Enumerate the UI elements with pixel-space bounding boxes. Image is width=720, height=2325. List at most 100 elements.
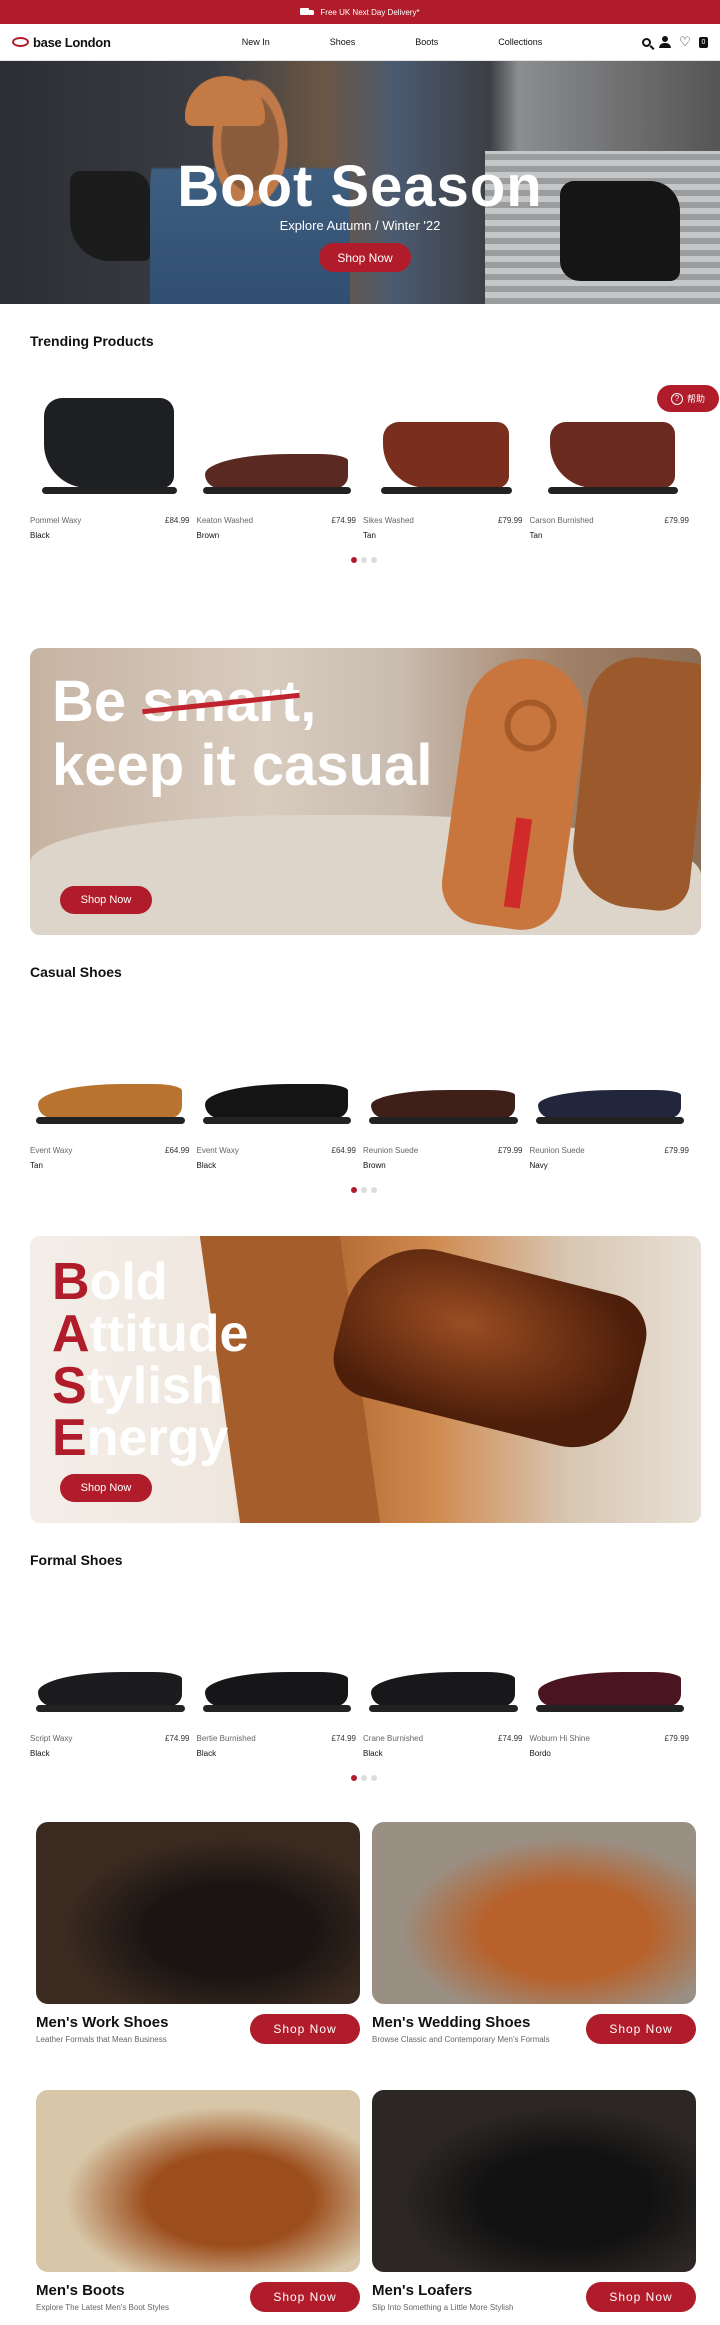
product-name[interactable]: Event Waxy <box>30 1146 72 1155</box>
carousel-dot[interactable] <box>361 1187 367 1193</box>
category-shop-now-button[interactable]: Shop Now <box>250 2014 360 2044</box>
category-description: Explore The Latest Men's Boot Styles <box>36 2303 170 2312</box>
product-color: Brown <box>363 1161 386 1170</box>
category-name[interactable]: Men's Boots <box>36 2282 169 2299</box>
category-tile[interactable]: Men's Loafers Slip Into Something a Littl… <box>372 2090 696 2312</box>
category-image[interactable] <box>372 1822 696 2004</box>
nav-boots[interactable]: Boots <box>415 37 438 47</box>
headline-rest: ttitude <box>89 1305 249 1363</box>
product-name[interactable]: Bertie Burnished <box>197 1734 256 1743</box>
category-shop-now-button[interactable]: Shop Now <box>250 2282 360 2312</box>
product-card[interactable]: Script Waxy £74.99 Black <box>30 1603 197 1758</box>
product-info: Pommel Waxy £84.99 <box>30 516 190 525</box>
hero-shop-now-button[interactable]: Shop Now <box>319 243 411 272</box>
nav-shoes[interactable]: Shoes <box>330 37 356 47</box>
product-name[interactable]: Reunion Suede <box>363 1146 418 1155</box>
formal-carousel-dots[interactable] <box>351 1775 377 1781</box>
carousel-dot[interactable] <box>351 1187 357 1193</box>
carousel-dot[interactable] <box>351 557 357 563</box>
product-card[interactable]: Sikes Washed £79.99 Tan <box>363 385 530 540</box>
product-name[interactable]: Carson Burnished <box>530 516 594 525</box>
product-image[interactable] <box>197 1603 357 1728</box>
product-image[interactable] <box>197 1015 357 1140</box>
category-tile[interactable]: Men's Wedding Shoes Browse Classic and Co… <box>372 1822 696 2044</box>
product-image[interactable] <box>30 1015 190 1140</box>
carousel-dot[interactable] <box>371 1187 377 1193</box>
search-icon[interactable] <box>642 37 651 47</box>
category-image[interactable] <box>36 1822 360 2004</box>
casual-carousel-dots[interactable] <box>351 1187 377 1193</box>
base-promo-banner[interactable]: Bold Attitude Stylish Energy Shop Now <box>30 1236 701 1523</box>
product-name[interactable]: Script Waxy <box>30 1734 72 1743</box>
formal-carousel: Script Waxy £74.99 Black Bertie Burnished £7… <box>30 1603 696 1758</box>
product-image[interactable] <box>197 385 357 510</box>
product-card[interactable]: Crane Burnished £74.99 Black <box>363 1603 530 1758</box>
truck-icon <box>300 7 315 17</box>
category-tile[interactable]: Men's Work Shoes Leather Formals that Mea… <box>36 1822 360 2044</box>
category-tile[interactable]: Men's Boots Explore The Latest Men's Boot… <box>36 2090 360 2312</box>
headline-part: , <box>300 669 317 734</box>
product-card[interactable]: Bertie Burnished £74.99 Black <box>197 1603 364 1758</box>
category-image[interactable] <box>36 2090 360 2272</box>
category-name[interactable]: Men's Work Shoes <box>36 2014 169 2031</box>
product-image[interactable] <box>530 1603 690 1728</box>
product-image[interactable] <box>30 385 190 510</box>
headline-line: Energy <box>52 1412 248 1464</box>
product-price: £64.99 <box>331 1146 356 1155</box>
carousel-dot[interactable] <box>351 1775 357 1781</box>
product-card[interactable]: Keaton Washed £74.99 Brown <box>197 385 364 540</box>
product-image[interactable] <box>363 1015 523 1140</box>
product-price: £84.99 <box>165 516 190 525</box>
carousel-dot[interactable] <box>371 1775 377 1781</box>
delivery-banner[interactable]: Free UK Next Day Delivery* <box>0 0 720 24</box>
product-name[interactable]: Sikes Washed <box>363 516 414 525</box>
product-color: Bordo <box>529 1749 551 1758</box>
product-image[interactable] <box>530 385 690 510</box>
product-name[interactable]: Reunion Suede <box>530 1146 585 1155</box>
category-name[interactable]: Men's Loafers <box>372 2282 513 2299</box>
product-card[interactable]: Carson Burnished £79.99 Tan <box>530 385 697 540</box>
product-color: Black <box>196 1749 217 1758</box>
product-name[interactable]: Event Waxy <box>197 1146 239 1155</box>
casual-shop-now-button[interactable]: Shop Now <box>60 886 152 914</box>
product-image[interactable] <box>363 1603 523 1728</box>
nav-collections[interactable]: Collections <box>498 37 542 47</box>
account-icon[interactable] <box>659 36 671 48</box>
product-color: Black <box>30 531 50 540</box>
carousel-dot[interactable] <box>371 557 377 563</box>
bag-icon[interactable]: 0 <box>699 36 708 48</box>
product-name[interactable]: Pommel Waxy <box>30 516 81 525</box>
product-image[interactable] <box>530 1015 690 1140</box>
product-card[interactable]: Pommel Waxy £84.99 Black <box>30 385 197 540</box>
product-price: £79.99 <box>664 516 689 525</box>
hero-banner[interactable]: Boot Season Explore Autumn / Winter '22 … <box>0 61 720 304</box>
product-card[interactable]: Event Waxy £64.99 Tan <box>30 1015 197 1170</box>
product-name[interactable]: Woburn Hi Shine <box>530 1734 590 1743</box>
product-card[interactable]: Reunion Suede £79.99 Brown <box>363 1015 530 1170</box>
base-shop-now-button[interactable]: Shop Now <box>60 1474 152 1502</box>
category-shop-now-button[interactable]: Shop Now <box>586 2282 696 2312</box>
shoe-image <box>369 1090 518 1124</box>
category-shop-now-button[interactable]: Shop Now <box>586 2014 696 2044</box>
product-card[interactable]: Woburn Hi Shine £79.99 Bordo <box>530 1603 697 1758</box>
category-name[interactable]: Men's Wedding Shoes <box>372 2014 550 2031</box>
product-name[interactable]: Crane Burnished <box>363 1734 423 1743</box>
category-description: Slip Into Something a Little More Stylis… <box>372 2303 514 2312</box>
product-image[interactable] <box>30 1603 190 1728</box>
carousel-dot[interactable] <box>361 557 367 563</box>
carousel-dot[interactable] <box>361 1775 367 1781</box>
category-image[interactable] <box>372 2090 696 2272</box>
product-image[interactable] <box>363 385 523 510</box>
product-card[interactable]: Reunion Suede £79.99 Navy <box>530 1015 697 1170</box>
wishlist-icon[interactable]: ♡ <box>679 35 691 48</box>
category-footer: Men's Loafers Slip Into Something a Littl… <box>372 2282 696 2312</box>
shoe-image <box>36 1672 185 1712</box>
product-card[interactable]: Event Waxy £64.99 Black <box>197 1015 364 1170</box>
nav-new-in[interactable]: New In <box>242 37 270 47</box>
shoe-image <box>369 1672 518 1712</box>
shoe-image <box>535 1672 684 1712</box>
trending-carousel-dots[interactable] <box>351 557 377 563</box>
product-name[interactable]: Keaton Washed <box>197 516 254 525</box>
casual-promo-banner[interactable]: Be smart, keep it casual Shop Now <box>30 648 701 935</box>
shoe-sole <box>202 1117 351 1124</box>
